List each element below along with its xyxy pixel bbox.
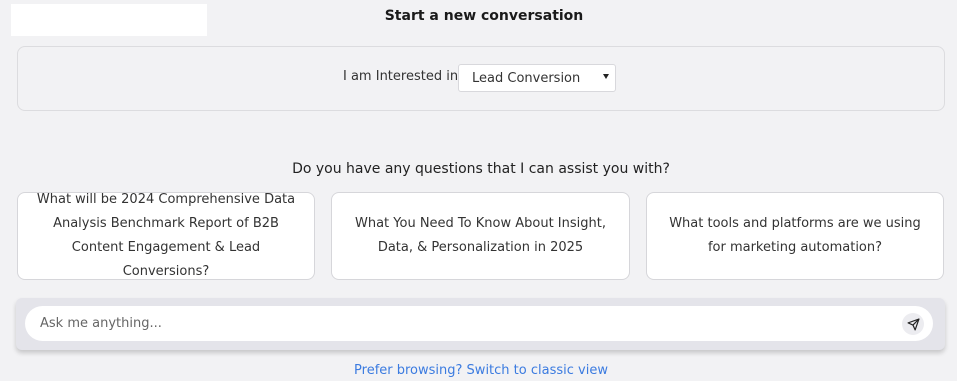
suggested-question-card[interactable]: What will be 2024 Comprehensive Data Ana… — [17, 192, 315, 280]
interest-select-value: Lead Conversion — [472, 71, 581, 86]
switch-classic-view-link[interactable]: Prefer browsing? Switch to classic view — [0, 363, 957, 378]
ask-input[interactable] — [25, 306, 933, 341]
interest-select[interactable]: Lead Conversion — [458, 64, 616, 92]
suggested-question-text: What tools and platforms are we using fo… — [669, 216, 921, 255]
send-button[interactable] — [902, 313, 924, 335]
suggested-question-card[interactable]: What tools and platforms are we using fo… — [646, 192, 944, 280]
ask-panel — [16, 298, 945, 350]
questions-heading: Do you have any questions that I can ass… — [292, 161, 670, 177]
suggested-question-text: What You Need To Know About Insight, Dat… — [355, 216, 606, 255]
suggested-question-text: What will be 2024 Comprehensive Data Ana… — [36, 192, 296, 279]
chevron-down-icon — [603, 74, 609, 79]
interest-label: I am Interested in — [343, 69, 459, 84]
interest-panel: I am Interested in Lead Conversion — [17, 46, 945, 111]
suggested-question-card[interactable]: What You Need To Know About Insight, Dat… — [331, 192, 630, 280]
page-title: Start a new conversation — [384, 8, 584, 24]
send-icon — [906, 317, 920, 331]
